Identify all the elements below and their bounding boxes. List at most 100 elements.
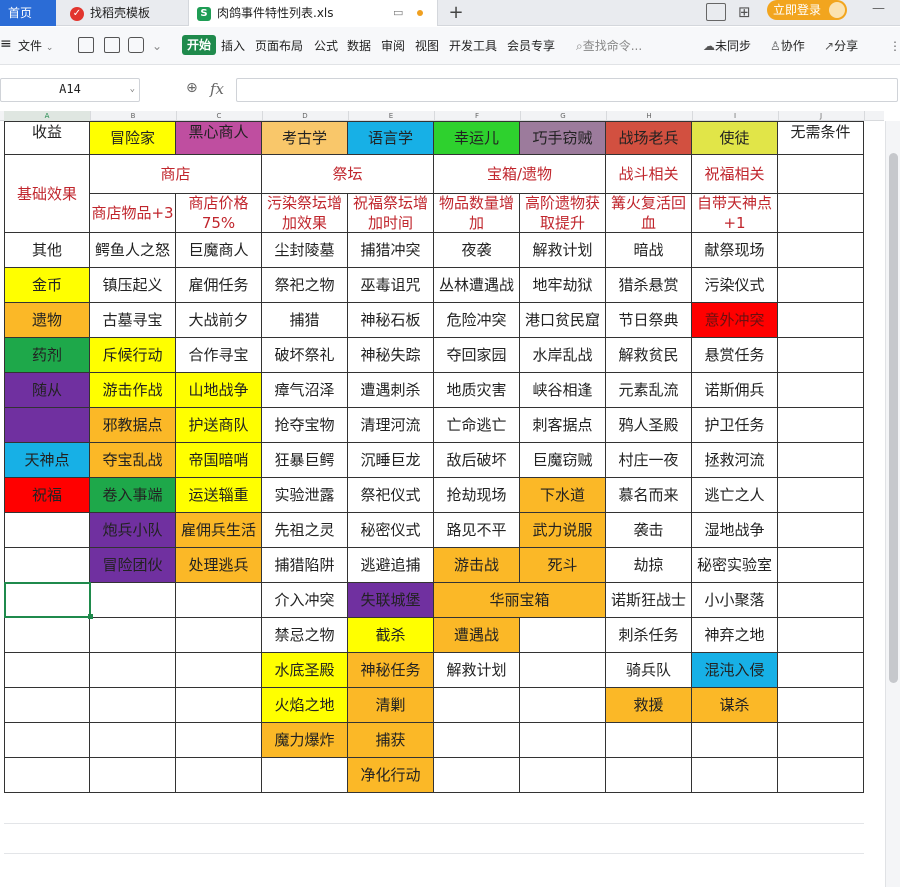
cell-h18[interactable] xyxy=(606,723,692,758)
cell-b13[interactable]: 冒险团伙 xyxy=(90,548,176,583)
cell-i7[interactable]: 悬赏任务 xyxy=(692,338,778,373)
cell-j7[interactable] xyxy=(778,338,864,373)
cell-d12[interactable]: 先祖之灵 xyxy=(262,513,348,548)
cell-e3[interactable]: 祝福祭坛增加时间 xyxy=(348,194,434,233)
cell-b5[interactable]: 镇压起义 xyxy=(90,268,176,303)
cell-d3[interactable]: 污染祭坛增加效果 xyxy=(262,194,348,233)
cell-f11[interactable]: 抢劫现场 xyxy=(434,478,520,513)
cell-a15[interactable] xyxy=(4,618,90,653)
column-header-a[interactable]: A xyxy=(4,111,91,121)
cell-c11[interactable]: 运送辎重 xyxy=(176,478,262,513)
sync-status[interactable]: ☁未同步 xyxy=(703,38,751,54)
tab-view[interactable]: 视图 xyxy=(415,38,439,54)
cell-e10[interactable]: 沉睡巨龙 xyxy=(348,443,434,478)
cell-b6[interactable]: 古墓寻宝 xyxy=(90,303,176,338)
fill-handle[interactable] xyxy=(88,614,93,619)
cell-a12[interactable] xyxy=(4,513,90,548)
cell-d6[interactable]: 捕猎 xyxy=(262,303,348,338)
cell-g5[interactable]: 地牢劫狱 xyxy=(520,268,606,303)
layout-icon[interactable] xyxy=(706,3,726,21)
cell-e17[interactable]: 清剿 xyxy=(348,688,434,723)
cell-f18[interactable] xyxy=(434,723,520,758)
cell-a6[interactable]: 遗物 xyxy=(4,303,90,338)
cell-e11[interactable]: 祭祀仪式 xyxy=(348,478,434,513)
sheet-grid[interactable]: 收益 冒险家 黑心商人 考古学 语言学 幸运儿 巧手窃贼 战场老兵 使徒 无需条件 基础效果 商店 祭坛… xyxy=(0,121,885,887)
cell-g13[interactable]: 死斗 xyxy=(520,548,606,583)
cell-b10[interactable]: 夺宝乱战 xyxy=(90,443,176,478)
cell-i2[interactable]: 祝福相关 xyxy=(692,155,778,194)
cell-e5[interactable]: 巫毒诅咒 xyxy=(348,268,434,303)
hamburger-icon[interactable]: ≡ xyxy=(0,36,12,52)
cell-j13[interactable] xyxy=(778,548,864,583)
cell-b17[interactable] xyxy=(90,688,176,723)
cell-h15[interactable]: 刺杀任务 xyxy=(606,618,692,653)
cell-j1[interactable]: 无需条件 xyxy=(778,121,864,155)
cell-i12[interactable]: 湿地战争 xyxy=(692,513,778,548)
cell-d17[interactable]: 火焰之地 xyxy=(262,688,348,723)
cell-f1[interactable]: 幸运儿 xyxy=(434,121,520,155)
cell-g9[interactable]: 刺客据点 xyxy=(520,408,606,443)
cell-i9[interactable]: 护卫任务 xyxy=(692,408,778,443)
search-command[interactable]: ⌕查找命令... xyxy=(576,38,642,54)
cell-d13[interactable]: 捕猎陷阱 xyxy=(262,548,348,583)
menu-file[interactable]: 文件 ⌄ xyxy=(18,38,53,56)
cell-i4[interactable]: 献祭现场 xyxy=(692,233,778,268)
cell-b12[interactable]: 炮兵小队 xyxy=(90,513,176,548)
cell-d15[interactable]: 禁忌之物 xyxy=(262,618,348,653)
cell-e8[interactable]: 遭遇刺杀 xyxy=(348,373,434,408)
cell-h19[interactable] xyxy=(606,758,692,793)
cell-d2[interactable]: 祭坛 xyxy=(262,155,434,194)
column-header-g[interactable]: G xyxy=(520,111,607,121)
cell-b9[interactable]: 邪教据点 xyxy=(90,408,176,443)
login-button[interactable]: 立即登录 xyxy=(767,0,847,20)
cell-c6[interactable]: 大战前夕 xyxy=(176,303,262,338)
cell-g7[interactable]: 水岸乱战 xyxy=(520,338,606,373)
cell-b4[interactable]: 鳄鱼人之怒 xyxy=(90,233,176,268)
cell-c9[interactable]: 护送商队 xyxy=(176,408,262,443)
cell-b18[interactable] xyxy=(90,723,176,758)
cell-e15[interactable]: 截杀 xyxy=(348,618,434,653)
cell-h5[interactable]: 猎杀悬赏 xyxy=(606,268,692,303)
cell-h1[interactable]: 战场老兵 xyxy=(606,121,692,155)
cell-f4[interactable]: 夜袭 xyxy=(434,233,520,268)
cell-g4[interactable]: 解救计划 xyxy=(520,233,606,268)
cell-j6[interactable] xyxy=(778,303,864,338)
cell-e6[interactable]: 神秘石板 xyxy=(348,303,434,338)
cell-h7[interactable]: 解救贫民 xyxy=(606,338,692,373)
vertical-scrollbar[interactable] xyxy=(885,121,900,887)
cell-h3[interactable]: 篝火复活回血 xyxy=(606,194,692,233)
cell-g6[interactable]: 港口贫民窟 xyxy=(520,303,606,338)
export-icon[interactable] xyxy=(104,37,120,53)
cell-a9[interactable] xyxy=(4,408,90,443)
cell-g16[interactable] xyxy=(520,653,606,688)
cell-d1[interactable]: 考古学 xyxy=(262,121,348,155)
cell-i19[interactable] xyxy=(692,758,778,793)
cell-j5[interactable] xyxy=(778,268,864,303)
cell-j16[interactable] xyxy=(778,653,864,688)
cell-d14[interactable]: 介入冲突 xyxy=(262,583,348,618)
tab-member[interactable]: 会员专享 xyxy=(507,38,555,54)
cell-e1[interactable]: 语言学 xyxy=(348,121,434,155)
formula-input[interactable] xyxy=(236,78,898,102)
cell-c5[interactable]: 雇佣任务 xyxy=(176,268,262,303)
cell-i16[interactable]: 混沌入侵 xyxy=(692,653,778,688)
cell-f7[interactable]: 夺回家园 xyxy=(434,338,520,373)
cell-f6[interactable]: 危险冲突 xyxy=(434,303,520,338)
cell-d18[interactable]: 魔力爆炸 xyxy=(262,723,348,758)
cell-j15[interactable] xyxy=(778,618,864,653)
cell-e16[interactable]: 神秘任务 xyxy=(348,653,434,688)
cell-e9[interactable]: 清理河流 xyxy=(348,408,434,443)
tab-page-layout[interactable]: 页面布局 xyxy=(255,38,303,54)
cell-f13[interactable]: 游击战 xyxy=(434,548,520,583)
new-tab-button[interactable]: + xyxy=(444,0,468,26)
cell-i6[interactable]: 意外冲突 xyxy=(692,303,778,338)
cell-d8[interactable]: 瘴气沼泽 xyxy=(262,373,348,408)
cell-b19[interactable] xyxy=(90,758,176,793)
cell-d10[interactable]: 狂暴巨鳄 xyxy=(262,443,348,478)
cell-j11[interactable] xyxy=(778,478,864,513)
cell-g18[interactable] xyxy=(520,723,606,758)
tab-insert[interactable]: 插入 xyxy=(221,38,245,54)
cell-f8[interactable]: 地质灾害 xyxy=(434,373,520,408)
cell-f14[interactable]: 华丽宝箱 xyxy=(434,583,606,618)
cell-a5[interactable]: 金币 xyxy=(4,268,90,303)
